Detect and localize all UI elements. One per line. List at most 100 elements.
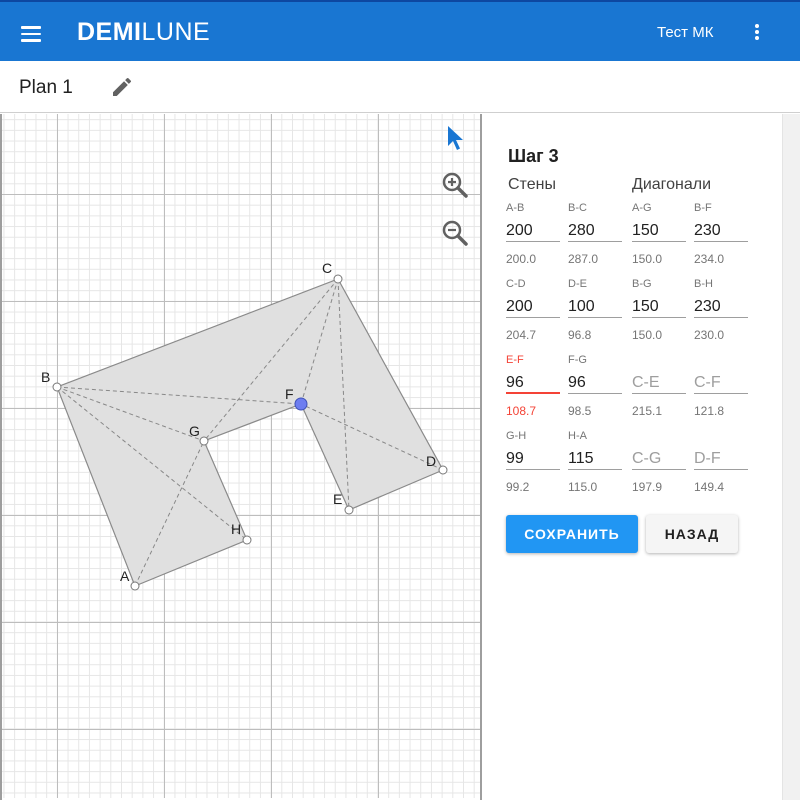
field-label: B-C bbox=[568, 202, 587, 214]
field-label: G-H bbox=[506, 430, 527, 442]
vertex-C[interactable] bbox=[333, 274, 343, 284]
panel-scrollbar[interactable] bbox=[782, 114, 800, 800]
measure-field[interactable]: H-A 115 115.0 bbox=[568, 430, 622, 494]
field-label: D-E bbox=[568, 278, 587, 290]
measure-field[interactable]: B-H 230 230.0 bbox=[694, 278, 748, 342]
field-computed: 150.0 bbox=[632, 328, 663, 342]
measure-field-error[interactable]: E-F 96 108.7 bbox=[506, 354, 560, 418]
vertex-G[interactable] bbox=[199, 436, 209, 446]
user-name[interactable]: Тест МК bbox=[657, 24, 713, 41]
label-F: F bbox=[285, 386, 294, 402]
measurements-panel: Шаг 3 Стены Диагонали A-B 200 200.0 B-C … bbox=[482, 114, 782, 800]
field-label bbox=[694, 354, 748, 368]
field-input[interactable]: 230 bbox=[694, 292, 748, 318]
label-C: C bbox=[322, 260, 332, 276]
field-computed: 150.0 bbox=[632, 252, 663, 266]
diagonals-header: Диагонали bbox=[632, 176, 712, 193]
field-input[interactable]: 230 bbox=[694, 216, 748, 242]
field-label: E-F bbox=[506, 354, 524, 366]
field-computed: 287.0 bbox=[568, 252, 599, 266]
field-label: F-G bbox=[568, 354, 587, 366]
label-A: A bbox=[120, 568, 130, 584]
field-input[interactable]: 96 bbox=[568, 368, 622, 394]
field-label: H-A bbox=[568, 430, 587, 442]
field-label: A-B bbox=[506, 202, 525, 214]
field-label: B-G bbox=[632, 278, 652, 290]
field-input[interactable]: 200 bbox=[506, 292, 560, 318]
field-input[interactable]: 96 bbox=[506, 368, 560, 394]
label-D: D bbox=[426, 453, 436, 469]
measure-field[interactable]: A-B 200 200.0 bbox=[506, 202, 560, 266]
measure-field[interactable]: D-E 100 96.8 bbox=[568, 278, 622, 342]
measure-field[interactable]: B-C 280 287.0 bbox=[568, 202, 622, 266]
vertex-A[interactable] bbox=[130, 581, 140, 591]
field-label: C-D bbox=[506, 278, 526, 290]
field-computed: 98.5 bbox=[568, 404, 592, 418]
vertex-D[interactable] bbox=[438, 465, 448, 475]
field-label: B-H bbox=[694, 278, 713, 290]
field-input[interactable]: 200 bbox=[506, 216, 560, 242]
menu-icon[interactable] bbox=[19, 22, 43, 44]
measure-field[interactable]: C-F 121.8 bbox=[694, 354, 748, 418]
field-input[interactable]: 150 bbox=[632, 292, 686, 318]
field-input[interactable]: 280 bbox=[568, 216, 622, 242]
field-computed: 200.0 bbox=[506, 252, 537, 266]
measure-field[interactable]: B-F 230 234.0 bbox=[694, 202, 748, 266]
more-vert-icon[interactable] bbox=[750, 22, 764, 44]
field-computed: 230.0 bbox=[694, 328, 725, 342]
field-input[interactable]: C-F bbox=[694, 368, 748, 394]
cursor-icon[interactable] bbox=[440, 122, 470, 152]
label-G: G bbox=[189, 423, 200, 439]
field-input[interactable]: 99 bbox=[506, 444, 560, 470]
vertex-F-selected[interactable] bbox=[294, 397, 308, 411]
measure-field[interactable]: B-G 150 150.0 bbox=[632, 278, 686, 342]
brand-logo[interactable]: DEMILUNE bbox=[77, 18, 210, 47]
vertex-B[interactable] bbox=[52, 382, 62, 392]
field-input[interactable]: 115 bbox=[568, 444, 622, 470]
field-label: B-F bbox=[694, 202, 712, 214]
measure-field[interactable]: C-G 197.9 bbox=[632, 430, 686, 494]
field-computed: 115.0 bbox=[568, 480, 598, 494]
field-computed: 108.7 bbox=[506, 404, 537, 418]
measure-field[interactable]: C-E 215.1 bbox=[632, 354, 686, 418]
floor-plan[interactable]: A B C D E F G H bbox=[2, 114, 480, 798]
label-H: H bbox=[231, 521, 241, 537]
vertex-E[interactable] bbox=[344, 505, 354, 515]
field-computed: 149.4 bbox=[694, 480, 725, 494]
plan-toolbar: Plan 1 bbox=[0, 61, 800, 113]
field-input[interactable]: D-F bbox=[694, 444, 748, 470]
field-computed: 121.8 bbox=[694, 404, 725, 418]
field-label bbox=[632, 430, 686, 444]
field-label bbox=[694, 430, 748, 444]
zoom-out-icon[interactable] bbox=[440, 218, 470, 248]
app-bar: DEMILUNE Тест МК bbox=[0, 0, 800, 61]
walls-header: Стены bbox=[508, 176, 556, 193]
plan-canvas[interactable]: A B C D E F G H bbox=[2, 114, 480, 798]
step-title: Шаг 3 bbox=[508, 146, 559, 166]
vertex-H[interactable] bbox=[242, 535, 252, 545]
measure-field[interactable]: C-D 200 204.7 bbox=[506, 278, 560, 342]
field-computed: 96.8 bbox=[568, 328, 592, 342]
field-computed: 99.2 bbox=[506, 480, 530, 494]
measure-field[interactable]: G-H 99 99.2 bbox=[506, 430, 560, 494]
field-label: A-G bbox=[632, 202, 652, 214]
label-E: E bbox=[333, 491, 342, 507]
field-input[interactable]: C-G bbox=[632, 444, 686, 470]
measure-field[interactable]: A-G 150 150.0 bbox=[632, 202, 686, 266]
field-input[interactable]: 150 bbox=[632, 216, 686, 242]
plan-title: Plan 1 bbox=[19, 77, 73, 98]
field-input[interactable]: 100 bbox=[568, 292, 622, 318]
measure-field[interactable]: D-F 149.4 bbox=[694, 430, 748, 494]
label-B: B bbox=[41, 369, 50, 385]
field-computed: 197.9 bbox=[632, 480, 663, 494]
back-button[interactable]: НАЗАД bbox=[646, 515, 738, 553]
field-computed: 215.1 bbox=[632, 404, 663, 418]
field-label bbox=[632, 354, 686, 368]
pencil-icon[interactable] bbox=[110, 75, 134, 99]
field-computed: 204.7 bbox=[506, 328, 537, 342]
field-input[interactable]: C-E bbox=[632, 368, 686, 394]
save-button[interactable]: СОХРАНИТЬ bbox=[506, 515, 638, 553]
zoom-in-icon[interactable] bbox=[440, 170, 470, 200]
field-computed: 234.0 bbox=[694, 252, 725, 266]
measure-field[interactable]: F-G 96 98.5 bbox=[568, 354, 622, 418]
